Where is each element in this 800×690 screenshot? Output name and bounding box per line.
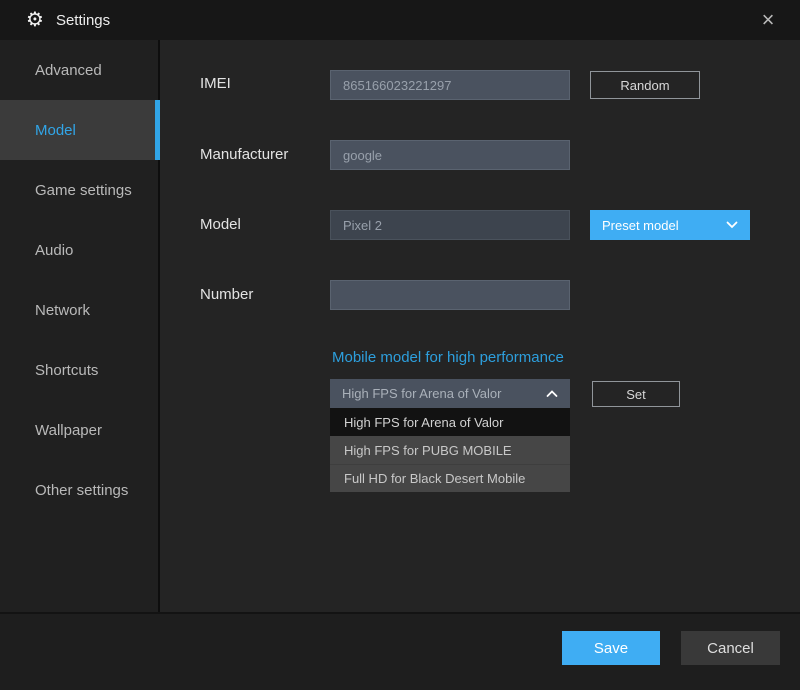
sidebar-item-label: Model: [35, 122, 76, 139]
sidebar-item-network[interactable]: Network: [0, 280, 158, 340]
option-black-desert[interactable]: Full HD for Black Desert Mobile: [330, 464, 570, 492]
sidebar-item-other-settings[interactable]: Other settings: [0, 460, 158, 520]
chevron-down-icon: [726, 221, 738, 229]
active-indicator-bar: [155, 100, 160, 160]
option-arena-of-valor[interactable]: High FPS for Arena of Valor: [330, 408, 570, 436]
imei-input[interactable]: [330, 70, 570, 100]
performance-heading: Mobile model for high performance: [332, 349, 564, 366]
sidebar-item-advanced[interactable]: Advanced: [0, 40, 158, 100]
sidebar-item-game-settings[interactable]: Game settings: [0, 160, 158, 220]
model-label: Model: [200, 216, 241, 233]
save-button[interactable]: Save: [562, 631, 660, 665]
number-input[interactable]: [330, 280, 570, 310]
preset-model-dropdown[interactable]: Preset model: [590, 210, 750, 240]
sidebar-item-label: Wallpaper: [35, 422, 102, 439]
footer-bar: Save Cancel: [0, 614, 800, 690]
gear-icon: ⚙: [26, 10, 44, 30]
sidebar-item-model[interactable]: Model: [0, 100, 158, 160]
performance-selected-value: High FPS for Arena of Valor: [342, 386, 501, 401]
imei-label: IMEI: [200, 75, 231, 92]
settings-sidebar: Advanced Model Game settings Audio Netwo…: [0, 40, 160, 612]
sidebar-item-label: Game settings: [35, 182, 132, 199]
preset-model-label: Preset model: [602, 218, 679, 233]
window-title: Settings: [56, 12, 110, 29]
option-label: Full HD for Black Desert Mobile: [344, 471, 525, 486]
model-settings-panel: IMEI Random Manufacturer Model Preset mo…: [162, 40, 800, 612]
option-pubg-mobile[interactable]: High FPS for PUBG MOBILE: [330, 436, 570, 464]
random-button[interactable]: Random: [590, 71, 700, 99]
option-label: High FPS for PUBG MOBILE: [344, 443, 512, 458]
manufacturer-label: Manufacturer: [200, 146, 288, 163]
number-label: Number: [200, 286, 253, 303]
close-icon[interactable]: ×: [750, 0, 786, 40]
sidebar-item-label: Other settings: [35, 482, 128, 499]
sidebar-item-label: Network: [35, 302, 90, 319]
model-input[interactable]: [330, 210, 570, 240]
set-button[interactable]: Set: [592, 381, 680, 407]
performance-select[interactable]: High FPS for Arena of Valor: [330, 379, 570, 408]
sidebar-item-audio[interactable]: Audio: [0, 220, 158, 280]
chevron-up-icon: [546, 390, 558, 398]
manufacturer-input[interactable]: [330, 140, 570, 170]
sidebar-item-shortcuts[interactable]: Shortcuts: [0, 340, 158, 400]
sidebar-item-wallpaper[interactable]: Wallpaper: [0, 400, 158, 460]
sidebar-item-label: Shortcuts: [35, 362, 98, 379]
sidebar-item-label: Advanced: [35, 62, 102, 79]
sidebar-item-label: Audio: [35, 242, 73, 259]
cancel-button[interactable]: Cancel: [681, 631, 780, 665]
title-bar: ⚙ Settings ×: [0, 0, 800, 40]
option-label: High FPS for Arena of Valor: [344, 415, 503, 430]
performance-option-list: High FPS for Arena of Valor High FPS for…: [330, 408, 570, 492]
